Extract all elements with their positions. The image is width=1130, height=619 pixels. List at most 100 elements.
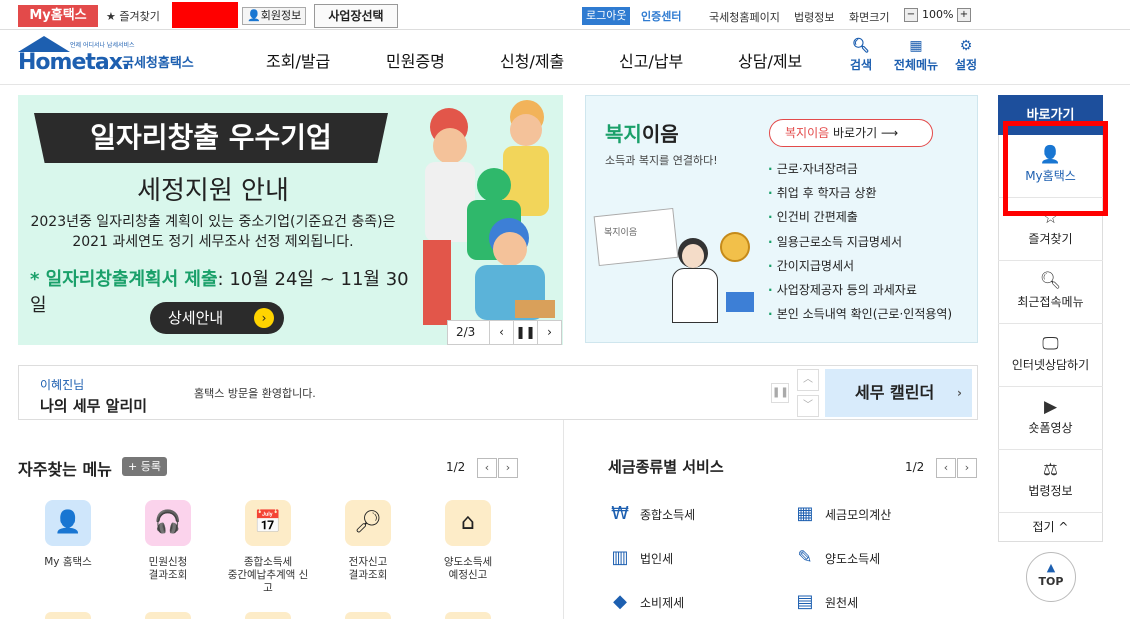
tax-item-simulation[interactable]: ▦ 세금모의계산: [793, 503, 891, 524]
nts-homepage-link[interactable]: 국세청홈페이지: [709, 9, 780, 25]
tax-prev-button[interactable]: ‹: [936, 458, 956, 478]
calendar-icon: 📅: [245, 500, 291, 546]
notice-down-button[interactable]: ﹀: [797, 395, 819, 417]
tax-calendar-button[interactable]: 세무 캘린더 ›: [825, 369, 972, 417]
tax-alert-title[interactable]: 나의 세무 알리미: [40, 395, 147, 416]
house-icon: ⌂: [445, 500, 491, 546]
receipt-icon: ▤: [796, 591, 814, 612]
frequent-prev-button[interactable]: ‹: [477, 458, 497, 478]
search-icon: 🔍︎: [852, 38, 870, 54]
chevron-right-icon: ›: [254, 308, 274, 328]
banner-prev-button[interactable]: ‹: [489, 321, 513, 344]
welfare-item[interactable]: 취업 후 학자금 상환: [768, 181, 952, 205]
chevron-right-icon: ›: [964, 461, 970, 474]
welfare-item[interactable]: 사업장제공자 등의 과세자료: [768, 278, 952, 302]
law-info-link[interactable]: 법령정보: [794, 9, 834, 25]
banner-pager: 2/3 ‹ ❚❚ ›: [447, 320, 562, 345]
tax-next-button[interactable]: ›: [957, 458, 977, 478]
gear-icon: ⚙: [959, 38, 973, 54]
welfare-item[interactable]: 본인 소득내역 확인(근로·인적용역): [768, 302, 952, 326]
quick-fold-button[interactable]: 접기 ^: [998, 514, 1103, 540]
nav-application[interactable]: 신청/제출: [500, 48, 564, 72]
frequent-menu-title: 자주찾는 메뉴: [18, 460, 112, 479]
frequent-item-my-hometax[interactable]: 👤 My 홈택스: [23, 500, 113, 569]
banner-pause-button[interactable]: ❚❚: [513, 321, 537, 344]
user-icon: 👤: [247, 9, 261, 22]
business-select-button[interactable]: 사업장선택: [314, 4, 398, 28]
logout-button[interactable]: 로그아웃: [582, 7, 631, 25]
building-icon: ▥: [611, 547, 629, 568]
welfare-title: 복지이음: [605, 122, 679, 146]
frequent-page-indicator: 1/2: [446, 460, 466, 474]
tax-item-withholding[interactable]: ▤ 원천세: [793, 591, 858, 612]
tax-item-corporate[interactable]: ▥ 법인세: [608, 547, 673, 568]
frequent-register-button[interactable]: + 등록: [122, 457, 167, 476]
play-icon: ▶: [1043, 397, 1058, 417]
zoom-out-button[interactable]: −: [904, 8, 918, 22]
highlight-box: [1003, 121, 1108, 216]
tax-item-income[interactable]: ₩ 종합소득세: [608, 503, 695, 524]
tax-service-title: 세금종류별 서비스: [608, 458, 724, 476]
banner-title: 일자리창출 우수기업: [34, 113, 388, 163]
monitor-icon: 🖵: [1042, 334, 1059, 354]
frequent-next-button[interactable]: ›: [498, 458, 518, 478]
triangle-up-icon: ▲: [1046, 561, 1056, 574]
chevron-left-icon: ‹: [499, 325, 504, 339]
welfare-item[interactable]: 일용근로소득 지급명세서: [768, 230, 952, 254]
redaction-box: [172, 2, 238, 28]
tax-item-transfer[interactable]: ✎ 양도소득세: [793, 547, 880, 568]
my-hometax-tab[interactable]: My홈택스: [18, 5, 98, 27]
frequent-item-peek: [145, 612, 191, 619]
search-doc-icon: 🔎︎: [345, 500, 391, 546]
pause-icon: ❚❚: [772, 387, 789, 398]
welfare-illustration: 복지이음: [593, 190, 756, 330]
hometax-logo[interactable]: 언제 어디서나 납세서비스 Hometax. 국세청홈택스: [18, 36, 208, 80]
nav-certificate[interactable]: 민원증명: [386, 48, 445, 72]
tax-item-consumption[interactable]: ◆ 소비제세: [608, 591, 684, 612]
frequent-item-peek: [245, 612, 291, 619]
banner-detail-button[interactable]: 상세안내 ›: [150, 302, 284, 334]
welfare-item[interactable]: 인건비 간편제출: [768, 205, 952, 229]
quick-online-consult[interactable]: 🖵 인터넷상담하기: [998, 324, 1103, 387]
quick-law-info[interactable]: ⚖ 법령정보: [998, 450, 1103, 513]
welfare-item[interactable]: 간이지급명세서: [768, 254, 952, 278]
all-menu-button[interactable]: ▦ 전체메뉴: [892, 38, 940, 73]
diamond-icon: ◆: [613, 591, 627, 612]
calculator-icon: ▦: [796, 503, 814, 524]
zoom-level: 100%: [922, 8, 954, 21]
chevron-left-icon: ‹: [484, 461, 490, 474]
favorites-link[interactable]: ★ 즐겨찾기: [106, 8, 160, 24]
banner-next-button[interactable]: ›: [537, 321, 561, 344]
user-name: 이혜진님: [40, 378, 85, 392]
chevron-left-icon: ‹: [943, 461, 949, 474]
logo-tagline: 언제 어디서나 납세서비스: [70, 42, 135, 49]
member-info-button[interactable]: 👤회원정보: [242, 7, 307, 25]
scroll-top-button[interactable]: ▲ TOP: [1026, 552, 1076, 602]
notice-up-button[interactable]: ︿: [797, 369, 819, 391]
zoom-in-button[interactable]: +: [957, 8, 971, 22]
chevron-right-icon: ›: [547, 325, 552, 339]
tax-service-page-indicator: 1/2: [905, 460, 925, 474]
nav-filing[interactable]: 신고/납부: [619, 48, 683, 72]
frequent-item-transfer-tax[interactable]: ⌂ 양도소득세 예정신고: [423, 500, 513, 582]
nav-inquiry[interactable]: 조회/발급: [266, 48, 330, 72]
member-info-label: 회원정보: [260, 9, 302, 22]
notice-pause-button[interactable]: ❚❚: [771, 383, 789, 403]
notice-message[interactable]: 홈택스 방문을 환영합니다.: [194, 385, 316, 401]
quick-recent-menu[interactable]: 🔍︎ 최근접속메뉴: [998, 261, 1103, 324]
pause-icon: ❚❚: [515, 325, 536, 339]
settings-button[interactable]: ⚙ 설정: [946, 38, 986, 73]
search-button[interactable]: 🔍︎ 검색: [841, 38, 881, 73]
banner-description: 2023년중 일자리창출 계획이 있는 중소기업(기준요건 충족)은 2021 과…: [30, 214, 396, 250]
welfare-subtitle: 소득과 복지를 연결하다!: [605, 154, 718, 167]
cert-center-link[interactable]: 인증센터: [641, 8, 681, 24]
quick-shortform-video[interactable]: ▶ 숏폼영상: [998, 387, 1103, 450]
welfare-item[interactable]: 근로·자녀장려금: [768, 157, 952, 181]
frequent-item-e-filing-result[interactable]: 🔎︎ 전자신고 결과조회: [323, 500, 413, 582]
nav-consult[interactable]: 상담/제보: [738, 48, 802, 72]
frequent-item-income-tax[interactable]: 📅 종합소득세 중간예납추계액 신고: [223, 500, 313, 595]
welfare-shortcut-button[interactable]: 복지이음 바로가기 ⟶: [769, 119, 933, 147]
chevron-right-icon: ›: [957, 386, 962, 400]
header-divider: [0, 84, 1130, 85]
frequent-item-civil-result[interactable]: 🎧 민원신청 결과조회: [123, 500, 213, 582]
